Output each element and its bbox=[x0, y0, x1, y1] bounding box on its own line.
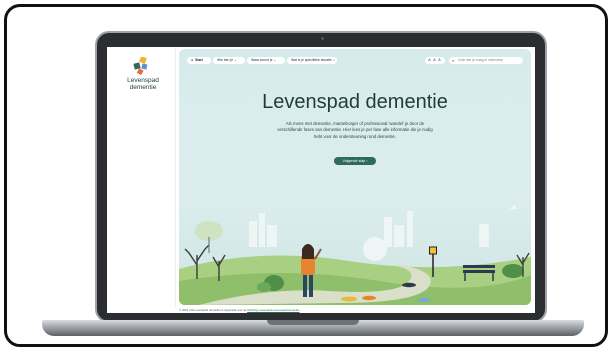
bird-icon bbox=[509, 205, 517, 209]
search-input[interactable]: ⌕ Zoek hier je vraag of onderwerp bbox=[449, 57, 523, 64]
bush-small bbox=[257, 282, 271, 292]
page-footer: © 2024 | Dit Levenspad dementie is opges… bbox=[175, 307, 535, 313]
camera bbox=[321, 37, 324, 40]
nav-start-label: Start bbox=[195, 58, 203, 62]
main-content: ● Start Wie ben je ⌄ Waar woont je ⌄ Wat … bbox=[179, 49, 531, 305]
laptop-lid: Levenspad dementie ● Start Wie ben je ⌄ W… bbox=[95, 31, 547, 323]
tree-left bbox=[195, 221, 223, 253]
nav-start-button[interactable]: ● Start bbox=[187, 57, 211, 64]
laptop-base bbox=[42, 320, 584, 336]
next-step-button[interactable]: Volgende stap › bbox=[334, 157, 376, 165]
sun-icon bbox=[363, 237, 387, 261]
levenspad-logo-icon[interactable] bbox=[133, 57, 151, 75]
top-navigation: ● Start Wie ben je ⌄ Waar woont je ⌄ Wat … bbox=[179, 49, 531, 69]
browser-screen: Levenspad dementie ● Start Wie ben je ⌄ W… bbox=[107, 47, 535, 313]
park-illustration bbox=[179, 205, 531, 305]
nav-who-are-you[interactable]: Wie ben je ⌄ bbox=[213, 57, 245, 64]
footer-text: © 2024 | Dit Levenspad dementie is opges… bbox=[179, 308, 248, 312]
home-icon: ● bbox=[191, 58, 194, 62]
page-intro: Als mens met dementie, mantelzorger of p… bbox=[277, 121, 433, 139]
sidebar: Levenspad dementie bbox=[107, 47, 176, 307]
font-size-toggle[interactable]: A A A bbox=[425, 57, 445, 64]
bush-right bbox=[502, 264, 524, 278]
site-name: Levenspad dementie bbox=[127, 77, 159, 91]
page-title: Levenspad dementie bbox=[262, 91, 448, 113]
search-placeholder: Zoek hier je vraag of onderwerp bbox=[458, 58, 504, 62]
nav-where-do-you-live[interactable]: Waar woont je ⌄ bbox=[247, 57, 285, 64]
footer-link[interactable]: Stichting Levenspad Levenspad Dementie bbox=[247, 308, 299, 312]
laptop-notch bbox=[267, 320, 359, 325]
search-icon: ⌕ bbox=[452, 58, 455, 63]
nav-specific-situation[interactable]: Wat is je specifieke situatie ⌄ bbox=[287, 57, 337, 64]
